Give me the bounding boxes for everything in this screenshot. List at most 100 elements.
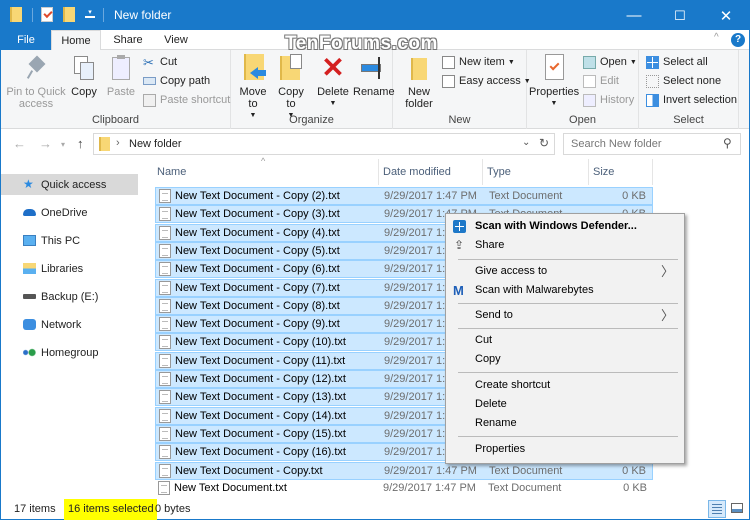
copy-to-button[interactable]: Copy to ▼: [275, 54, 307, 122]
select-group-label: Select: [673, 114, 704, 126]
text-file-icon: [159, 298, 171, 313]
menu-item-share[interactable]: ⇪ Share: [446, 236, 684, 255]
delete-button[interactable]: ✕ Delete ▼: [315, 54, 351, 110]
file-type: Text Document: [489, 464, 563, 477]
item-count: 17 items: [14, 503, 56, 515]
menu-label: Share: [475, 239, 505, 251]
menu-item-give-access[interactable]: Give access to 〉: [446, 262, 684, 281]
new-group-label: New: [448, 114, 471, 126]
file-name: New Text Document - Copy (6).txt: [175, 263, 340, 276]
nav-item-this-pc[interactable]: This PC: [1, 230, 138, 251]
details-view-button[interactable]: [708, 500, 726, 518]
menu-item-copy[interactable]: Copy: [446, 350, 684, 369]
tab-view[interactable]: View: [153, 30, 199, 50]
nav-item-libraries[interactable]: Libraries: [1, 258, 138, 279]
file-name: New Text Document - Copy (10).txt: [175, 336, 346, 349]
search-input[interactable]: Search New folder ⚲: [563, 133, 741, 155]
invert-selection-icon: [646, 93, 659, 107]
nav-label: Homegroup: [41, 346, 99, 359]
copy-to-label: Copy to: [278, 86, 304, 110]
select-none-button[interactable]: Select none: [646, 73, 721, 89]
collapse-ribbon-icon[interactable]: ^: [714, 32, 719, 43]
menu-item-create-shortcut[interactable]: Create shortcut: [446, 376, 684, 395]
dropdown-arrow-icon: ▼: [629, 58, 637, 66]
rename-icon: [359, 54, 385, 82]
open-group-label: Open: [569, 114, 596, 126]
nav-item-quick-access[interactable]: ★ Quick access: [1, 174, 138, 195]
column-header-type[interactable]: Type: [483, 159, 589, 185]
properties-button[interactable]: Properties ▼: [529, 54, 579, 110]
malwarebytes-icon: M: [453, 283, 464, 298]
open-label: Open: [600, 56, 627, 68]
column-header-name[interactable]: Name: [153, 159, 379, 185]
move-to-button[interactable]: Move to ▼: [237, 54, 269, 122]
minimize-button[interactable]: —: [611, 1, 657, 30]
rename-button[interactable]: Rename: [353, 54, 395, 98]
menu-label: Send to: [475, 309, 513, 321]
column-header-size[interactable]: Size: [589, 159, 653, 185]
select-none-label: Select none: [663, 75, 722, 87]
menu-item-delete[interactable]: Delete: [446, 395, 684, 414]
menu-item-scan-malwarebytes[interactable]: M Scan with Malwarebytes: [446, 281, 684, 300]
nav-item-homegroup[interactable]: Homegroup: [1, 342, 138, 363]
address-bar[interactable]: › New folder ⌄ ↻: [93, 133, 555, 155]
pin-to-quick-access-button[interactable]: Pin to Quick access: [5, 54, 67, 110]
address-dropdown-icon[interactable]: ⌄: [522, 137, 530, 148]
menu-item-cut[interactable]: Cut: [446, 331, 684, 350]
copy-path-icon: [143, 77, 156, 85]
menu-item-properties[interactable]: Properties: [446, 440, 684, 459]
edit-button[interactable]: Edit: [583, 73, 619, 89]
refresh-icon[interactable]: ↻: [539, 136, 549, 150]
share-icon: ⇪: [454, 238, 465, 252]
paste-shortcut-label: Paste shortcut: [160, 94, 231, 106]
column-header-date[interactable]: Date modified: [379, 159, 483, 185]
select-all-button[interactable]: Select all: [646, 54, 708, 70]
new-folder-button[interactable]: New folder: [401, 54, 437, 110]
file-row[interactable]: New Text Document - Copy.txt 9/29/2017 1:…: [155, 461, 653, 480]
tab-share[interactable]: Share: [105, 30, 151, 50]
tab-home[interactable]: Home: [51, 30, 101, 51]
nav-item-backup-drive[interactable]: Backup (E:): [1, 286, 138, 307]
file-date: 9/29/2017 1:47 PM: [383, 481, 476, 494]
new-folder-icon[interactable]: [63, 7, 75, 22]
easy-access-button[interactable]: Easy access ▼: [442, 73, 531, 89]
cut-button[interactable]: ✂ Cut: [143, 54, 177, 70]
maximize-button[interactable]: ☐: [657, 1, 703, 30]
text-file-icon: [159, 243, 171, 258]
new-item-label: New item: [459, 56, 505, 68]
copy-button[interactable]: Copy: [67, 54, 101, 98]
text-file-icon: [159, 463, 171, 478]
nav-item-network[interactable]: Network: [1, 314, 138, 335]
file-row[interactable]: New Text Document.txt 9/29/2017 1:47 PM Te…: [155, 480, 653, 498]
help-icon[interactable]: ?: [731, 33, 745, 47]
forward-button[interactable]: →: [39, 136, 52, 151]
properties-icon[interactable]: [41, 7, 53, 22]
history-button[interactable]: History: [583, 92, 634, 108]
history-icon: [583, 93, 596, 107]
new-item-button[interactable]: New item ▼: [442, 54, 515, 70]
customize-toolbar-icon[interactable]: ▾: [85, 8, 95, 18]
file-name: New Text Document.txt: [174, 481, 287, 494]
easy-access-label: Easy access: [459, 75, 521, 87]
close-button[interactable]: ✕: [703, 1, 749, 30]
paste-button[interactable]: Paste: [104, 54, 138, 98]
copy-path-button[interactable]: Copy path: [143, 73, 210, 89]
menu-item-scan-defender[interactable]: Scan with Windows Defender...: [446, 217, 684, 236]
recent-locations-button[interactable]: ▾: [61, 140, 65, 149]
clipboard-group-label: Clipboard: [91, 114, 140, 126]
nav-item-onedrive[interactable]: OneDrive: [1, 202, 138, 223]
invert-selection-button[interactable]: Invert selection: [646, 92, 737, 108]
menu-item-rename[interactable]: Rename: [446, 414, 684, 433]
paste-shortcut-button[interactable]: Paste shortcut: [143, 92, 230, 108]
menu-item-send-to[interactable]: Send to 〉: [446, 306, 684, 325]
navigation-pane: ★ Quick access OneDrive This PC Librarie…: [1, 159, 141, 495]
submenu-arrow-icon: 〉: [660, 308, 674, 323]
open-button[interactable]: Open ▼: [583, 54, 637, 70]
back-button[interactable]: ←: [13, 136, 26, 151]
large-icons-view-button[interactable]: [731, 503, 743, 513]
file-row[interactable]: New Text Document - Copy (2).txt 9/29/201…: [155, 187, 653, 205]
up-button[interactable]: ↑: [77, 136, 84, 151]
breadcrumb-path[interactable]: New folder: [129, 138, 182, 150]
tab-file[interactable]: File: [1, 30, 51, 50]
file-type: Text Document: [488, 481, 562, 494]
